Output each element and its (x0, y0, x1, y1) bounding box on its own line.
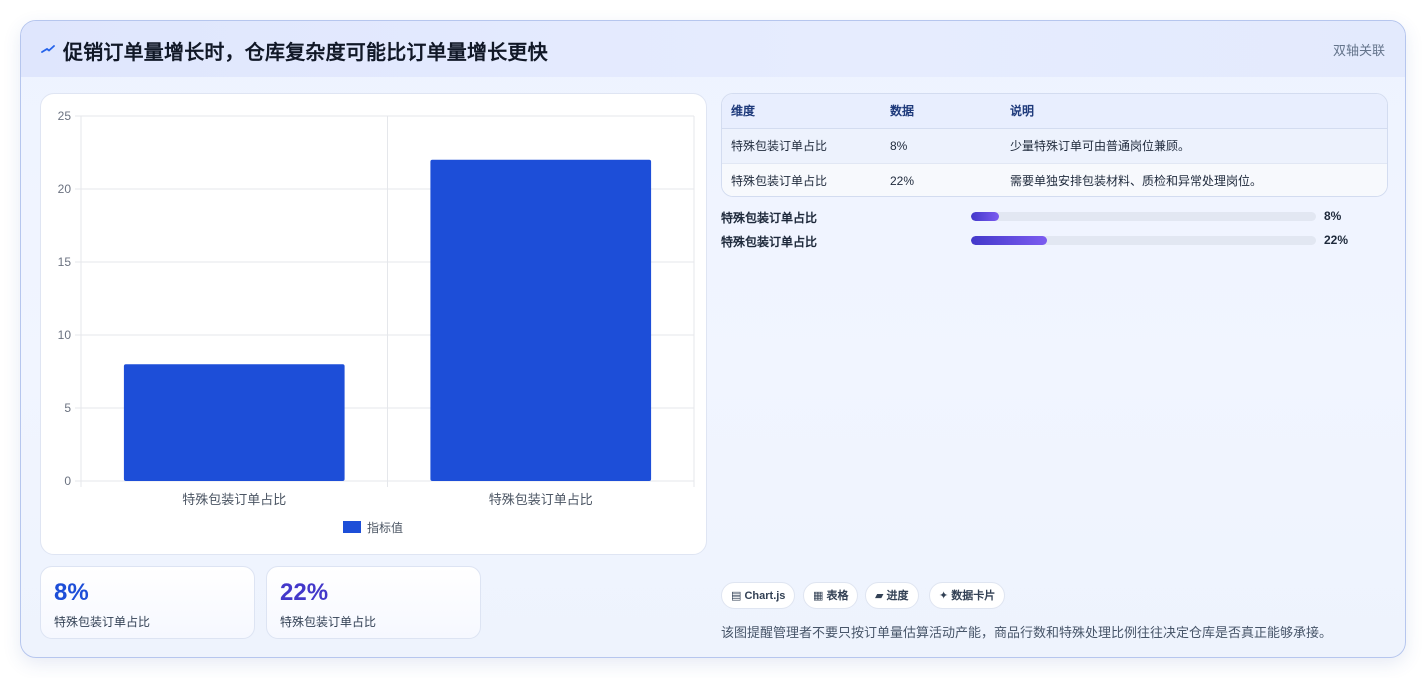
y-tick-label: 15 (58, 255, 72, 269)
bar-chart-panel: 0 5 10 15 20 25 特殊包装订单占比 特殊包装订单占比指标值 (40, 93, 707, 555)
chip-data-card[interactable]: ✦ 数据卡片 (929, 582, 1006, 609)
chart-icon: ▤ (731, 590, 742, 602)
bar (123, 364, 345, 481)
table-cell: 8% (890, 139, 908, 153)
table-header-cell: 说明 (1010, 104, 1035, 118)
page-title: 促销订单量增长时，仓库复杂度可能比订单量增长更快 (63, 42, 548, 64)
y-tick-label: 25 (58, 109, 72, 123)
progress-track (971, 212, 1316, 221)
table-cell: 22% (890, 174, 915, 188)
progress-label: 特殊包装订单占比 (721, 235, 818, 249)
table-cell: 特殊包装订单占比 (731, 174, 828, 188)
stat-label: 特殊包装订单占比 (280, 615, 377, 629)
table-cell: 特殊包装订单占比 (731, 139, 828, 153)
chip-label: 数据卡片 (951, 590, 996, 602)
bar (430, 159, 652, 482)
table-row: 特殊包装订单占比 22% 需要单独安排包装材料、质检和异常处理岗位。 (722, 163, 1387, 196)
sparkle-icon: ✦ (939, 590, 949, 602)
table-row: 特殊包装订单占比 8% 少量特殊订单可由普通岗位兼顾。 (722, 129, 1387, 164)
chip-table[interactable]: ▦ 表格 (803, 582, 859, 609)
data-table: 维度 数据 说明 特殊包装订单占比 8% 少量特殊订单可由普通岗位兼顾。 特殊包… (721, 93, 1388, 197)
chip-chartjs[interactable]: ▤ Chart.js (721, 582, 796, 609)
card-header: 促销订单量增长时，仓库复杂度可能比订单量增长更快 双轴关联 (21, 21, 1405, 77)
progress-fill (971, 236, 1047, 245)
trend-icon (41, 45, 55, 53)
table-header-cell: 维度 (731, 104, 756, 118)
table-header-cell: 数据 (890, 104, 915, 118)
x-tick-label: 特殊包装订单占比 (182, 492, 286, 507)
dashboard-card: 促销订单量增长时，仓库复杂度可能比订单量增长更快 双轴关联 0 5 10 15 20 25… (20, 20, 1406, 658)
stat-card-2: 22% 特殊包装订单占比 (266, 566, 481, 639)
chip-label: 进度 (886, 590, 909, 602)
y-tick-label: 0 (64, 474, 71, 488)
bar-chart: 0 5 10 15 20 25 特殊包装订单占比 特殊包装订单占比指标值 (58, 109, 695, 535)
table-cell: 少量特殊订单可由普通岗位兼顾。 (1010, 139, 1191, 153)
progress-value: 8% (1324, 209, 1342, 223)
progress-row: 特殊包装订单占比 22% (721, 233, 1361, 249)
chip-label: Chart.js (744, 590, 786, 602)
chart-note: 该图提醒管理者不要只按订单量估算活动产能，商品行数和特殊处理比例往往决定仓库是否… (721, 625, 1333, 640)
table-header-row: 维度 数据 说明 (722, 94, 1387, 129)
legend-label: 指标值 (367, 520, 403, 535)
stat-value: 22% (280, 579, 329, 606)
stat-value: 8% (54, 579, 89, 606)
progress-label: 特殊包装订单占比 (721, 211, 818, 225)
progress-track (971, 236, 1316, 245)
progress-value: 22% (1324, 233, 1349, 247)
table-cell: 需要单独安排包装材料、质检和异常处理岗位。 (1010, 174, 1263, 188)
y-tick-label: 10 (58, 328, 72, 342)
y-tick-label: 5 (64, 401, 71, 415)
y-tick-label: 20 (58, 182, 72, 196)
progress-fill (971, 212, 999, 221)
chip-label: 表格 (826, 590, 849, 602)
stat-card-1: 8% 特殊包装订单占比 (40, 566, 255, 639)
chart-type-tag: 双轴关联 (1332, 43, 1385, 58)
stat-label: 特殊包装订单占比 (54, 615, 151, 629)
legend-swatch (343, 521, 361, 533)
progress-row: 特殊包装订单占比 8% (721, 209, 1361, 225)
x-tick-label: 特殊包装订单占比 (489, 492, 593, 507)
table-icon: ▦ (813, 590, 824, 602)
progress-icon: ▰ (875, 590, 884, 602)
chip-progress[interactable]: ▰ 进度 (865, 582, 919, 609)
